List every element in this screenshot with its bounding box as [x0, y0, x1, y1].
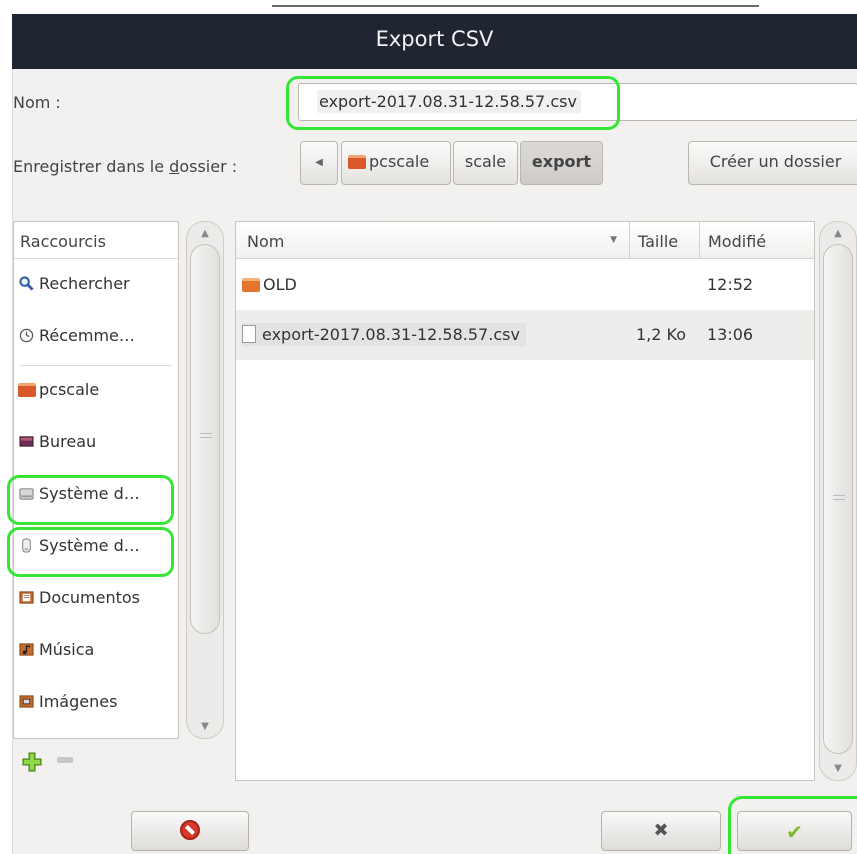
file-list-scroll-thumb[interactable]: [823, 244, 853, 754]
column-header-name[interactable]: Nom ▼: [236, 222, 629, 259]
column-header-modified[interactable]: Modifié: [699, 222, 814, 259]
usb-drive-icon: [22, 538, 31, 553]
breadcrumb-back-button[interactable]: ◀: [300, 141, 338, 185]
sidebar-item-usb-drive[interactable]: Système d…: [18, 536, 140, 555]
save-folder-label: Enregistrer dans le dossier :: [13, 157, 238, 176]
grip-icon: [200, 433, 212, 438]
scroll-down-icon: ▼: [834, 763, 842, 774]
shortcuts-scrollbar[interactable]: ▲ ▼: [186, 221, 224, 739]
recent-clock-icon: [19, 328, 34, 343]
sidebar-item-desktop[interactable]: Bureau: [18, 432, 96, 451]
save-button[interactable]: ✔: [737, 811, 852, 851]
title-bar: Export CSV: [12, 14, 857, 69]
home-folder-icon: [18, 383, 36, 397]
home-folder-icon: [348, 155, 366, 169]
documents-folder-icon: [19, 591, 34, 604]
sort-down-icon: ▼: [610, 235, 617, 245]
sidebar-separator: [20, 365, 172, 366]
folder-icon: [242, 278, 260, 292]
file-list-scrollbar[interactable]: ▲ ▼: [819, 221, 857, 781]
scroll-down-icon: ▼: [201, 721, 209, 732]
scroll-up-icon: ▲: [834, 228, 842, 239]
magnifier-icon: [19, 276, 34, 291]
filename-input[interactable]: export-2017.08.31-12.58.57.csv: [298, 83, 857, 121]
cancel-button[interactable]: [131, 811, 249, 851]
desktop-icon: [19, 436, 34, 447]
table-row[interactable]: OLD 12:52: [236, 260, 814, 310]
filename-selected-text: export-2017.08.31-12.58.57.csv: [317, 90, 581, 113]
cancel-icon: [180, 820, 200, 840]
clear-button[interactable]: ✖: [601, 811, 721, 851]
top-edge-line: [272, 5, 759, 7]
left-arrow-icon: ◀: [315, 157, 323, 168]
name-label: Nom :: [13, 93, 61, 112]
sidebar-item-pcscale[interactable]: pcscale: [18, 380, 99, 399]
breadcrumb-pcscale[interactable]: pcscale: [341, 141, 451, 185]
music-folder-icon: [19, 643, 34, 656]
file-list: Nom ▼ Taille Modifié OLD 12:52 export-20…: [235, 221, 815, 781]
shortcuts-panel: Raccourcis Rechercher Récemme… pcscale B…: [13, 221, 179, 739]
sidebar-item-filesystem[interactable]: Système d…: [18, 484, 140, 503]
window-title: Export CSV: [375, 27, 494, 51]
close-x-icon: ✖: [653, 820, 669, 841]
add-shortcut-button[interactable]: [21, 751, 43, 773]
sidebar-item-search[interactable]: Rechercher: [18, 274, 130, 293]
breadcrumb-export[interactable]: export: [520, 141, 603, 185]
sidebar-item-pictures[interactable]: Imágenes: [18, 692, 117, 711]
grip-icon: [833, 495, 845, 500]
shortcuts-scroll-thumb[interactable]: [190, 244, 220, 634]
breadcrumb-scale[interactable]: scale: [453, 141, 518, 185]
remove-shortcut-button[interactable]: [57, 757, 73, 763]
table-row[interactable]: export-2017.08.31-12.58.57.csv 1,2 Ko 13…: [236, 310, 814, 360]
sidebar-item-music[interactable]: Música: [18, 640, 94, 659]
create-folder-button[interactable]: Créer un dossier: [688, 141, 857, 185]
shortcuts-header[interactable]: Raccourcis: [14, 222, 178, 259]
hard-drive-icon: [19, 488, 34, 500]
pictures-folder-icon: [19, 695, 34, 708]
scroll-up-icon: ▲: [201, 228, 209, 239]
column-header-size[interactable]: Taille: [629, 222, 699, 259]
export-dialog: Nom : export-2017.08.31-12.58.57.csv Enr…: [12, 69, 857, 854]
sidebar-item-recent[interactable]: Récemme…: [18, 326, 135, 345]
text-file-icon: [242, 325, 256, 343]
sidebar-item-documents[interactable]: Documentos: [18, 588, 140, 607]
mnemonic-letter: d: [169, 157, 180, 176]
checkmark-icon: ✔: [786, 820, 803, 844]
